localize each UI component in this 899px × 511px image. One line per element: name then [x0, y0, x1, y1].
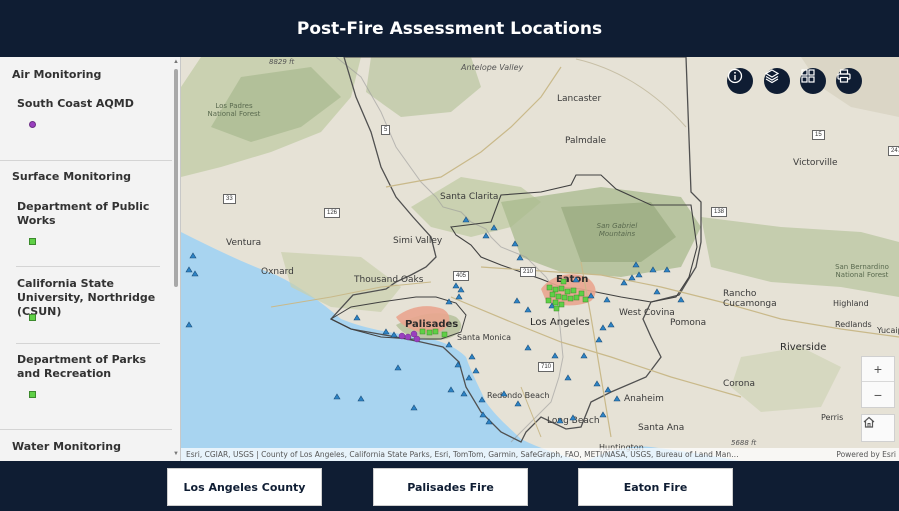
label-highland: Highland [833, 299, 869, 308]
legend-item-public-works: Department of Public Works [17, 200, 150, 227]
group-divider [0, 429, 172, 430]
group-divider [0, 160, 172, 161]
legend-item-parks-recreation: Department of Parks and Recreation [17, 353, 147, 380]
basemap [181, 57, 899, 461]
label-ventura: Ventura [226, 238, 262, 248]
label-simi-valley: Simi Valley [393, 236, 443, 246]
home-button[interactable] [861, 414, 895, 442]
layers-button[interactable] [764, 68, 790, 94]
legend-item-south-coast-aqmd: South Coast AQMD [17, 97, 134, 110]
printer-icon [837, 69, 851, 83]
legend-group-water-monitoring[interactable]: Water Monitoring [0, 440, 133, 453]
footer-bar: Los Angeles County Palisades Fire Eaton … [0, 461, 899, 511]
label-victorville: Victorville [793, 158, 838, 168]
powered-by-esri[interactable]: Powered by Esri [836, 448, 896, 461]
label-riverside: Riverside [780, 342, 827, 353]
label-corona: Corona [723, 379, 756, 389]
attribution-text: Esri, CGIAR, USGS | County of Los Angele… [186, 450, 739, 459]
label-redlands: Redlands [835, 320, 872, 329]
highway-shield: 126 [324, 208, 341, 218]
label-thousand-oaks: Thousand Oaks [354, 275, 424, 285]
grid-icon [801, 69, 815, 83]
label-lancaster: Lancaster [557, 94, 602, 104]
layers-icon [764, 69, 780, 84]
label-san-gabriel-mountains: San Gabriel Mountains [596, 222, 638, 238]
scroll-down-icon[interactable]: ▼ [173, 451, 179, 457]
label-eaton: Eaton [556, 274, 589, 285]
label-palisades: Palisades [405, 319, 459, 330]
green-square-symbol-icon [29, 314, 36, 321]
eaton-fire-button[interactable]: Eaton Fire [578, 468, 733, 506]
item-divider [16, 266, 160, 267]
highway-shield: 405 [453, 271, 470, 281]
label-rancho-cucamonga: Rancho Cucamonga [723, 289, 777, 309]
map-attribution[interactable]: Esri, CGIAR, USGS | County of Los Angele… [181, 448, 899, 461]
print-button[interactable] [836, 68, 862, 94]
item-divider [16, 343, 160, 344]
green-square-symbol-icon [29, 391, 36, 398]
highway-shield: 210 [520, 267, 537, 277]
green-square-symbol-icon [29, 238, 36, 245]
label-elevation-top: 8829 ft [269, 58, 295, 66]
label-west-covina: West Covina [619, 308, 675, 318]
page-title: Post-Fire Assessment Locations [296, 18, 603, 39]
highway-shield: 33 [223, 194, 236, 204]
highway-shield: 710 [538, 362, 555, 372]
label-oxnard: Oxnard [261, 267, 294, 277]
label-santa-ana: Santa Ana [638, 423, 685, 433]
map-view[interactable]: Antelope Valley Lancaster Palmdale Victo… [181, 57, 899, 461]
zoom-in-button[interactable]: + [862, 357, 894, 382]
label-los-padres-nf: Los Padres National Forest [207, 102, 261, 118]
highway-shield: 138 [711, 207, 728, 217]
zoom-out-button[interactable]: − [862, 382, 894, 407]
label-yucaipa: Yucaip [877, 326, 899, 335]
los-angeles-county-button[interactable]: Los Angeles County [167, 468, 322, 506]
legend-item-csun: California State University, Northridge … [17, 277, 156, 318]
label-long-beach: Long Beach [547, 416, 600, 426]
legend-group-surface-monitoring[interactable]: Surface Monitoring [0, 170, 143, 183]
highway-shield: 5 [381, 125, 391, 135]
app-header: Post-Fire Assessment Locations [0, 0, 899, 57]
label-antelope-valley: Antelope Valley [461, 63, 524, 72]
label-santa-clarita: Santa Clarita [440, 192, 499, 202]
label-palmdale: Palmdale [565, 136, 607, 146]
legend-group-air-monitoring[interactable]: Air Monitoring [0, 68, 113, 81]
purple-circle-symbol-icon [29, 121, 36, 128]
palisades-fire-button[interactable]: Palisades Fire [373, 468, 528, 506]
sidebar-scrollbar[interactable] [174, 69, 178, 287]
info-icon [727, 68, 743, 84]
zoom-control: + − [861, 356, 895, 408]
highway-shield: 15 [812, 130, 825, 140]
label-redondo-beach: Redondo Beach [487, 391, 550, 400]
home-icon [863, 416, 875, 428]
label-pomona: Pomona [670, 318, 707, 328]
highway-shield: 247 [888, 146, 899, 156]
scroll-up-icon[interactable]: ▲ [173, 59, 179, 65]
label-los-angeles: Los Angeles [530, 317, 590, 328]
label-anaheim: Anaheim [624, 394, 664, 404]
label-san-bernardino-nf: San Bernardino National Forest [835, 263, 889, 279]
info-button[interactable] [727, 68, 753, 94]
basemap-gallery-button[interactable] [800, 68, 826, 94]
label-elevation-bottom: 5688 ft [731, 439, 757, 447]
legend-panel: Air Monitoring South Coast AQMD Surface … [0, 57, 181, 461]
label-perris: Perris [821, 413, 844, 422]
label-santa-monica: Santa Monica [457, 333, 512, 342]
